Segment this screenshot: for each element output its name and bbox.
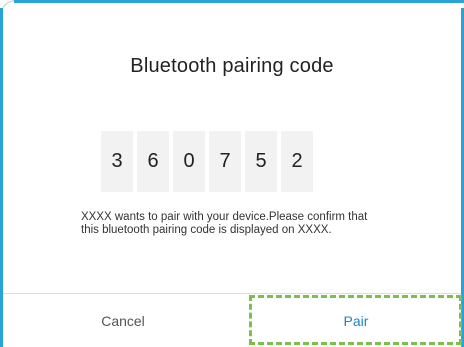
pairing-message: XXXX wants to pair with your device.Plea…: [81, 211, 368, 236]
pairing-code-digit: 3: [101, 131, 133, 192]
pairing-code: 3 6 0 7 5 2: [101, 131, 313, 192]
dialog-title: Bluetooth pairing code: [130, 55, 334, 77]
cancel-button[interactable]: Cancel: [3, 294, 243, 347]
pairing-dialog: Bluetooth pairing code 3 6 0 7 5 2 XXXX …: [0, 0, 464, 347]
pairing-code-digit: 7: [209, 131, 241, 192]
pairing-code-digit: 6: [137, 131, 169, 192]
pair-button[interactable]: Pair: [250, 294, 462, 347]
pairing-code-digit: 2: [281, 131, 313, 192]
pairing-code-digit: 0: [173, 131, 205, 192]
dialog-border-top: [14, 0, 464, 3]
pairing-code-digit: 5: [245, 131, 277, 192]
dialog-corner: [0, 0, 20, 20]
